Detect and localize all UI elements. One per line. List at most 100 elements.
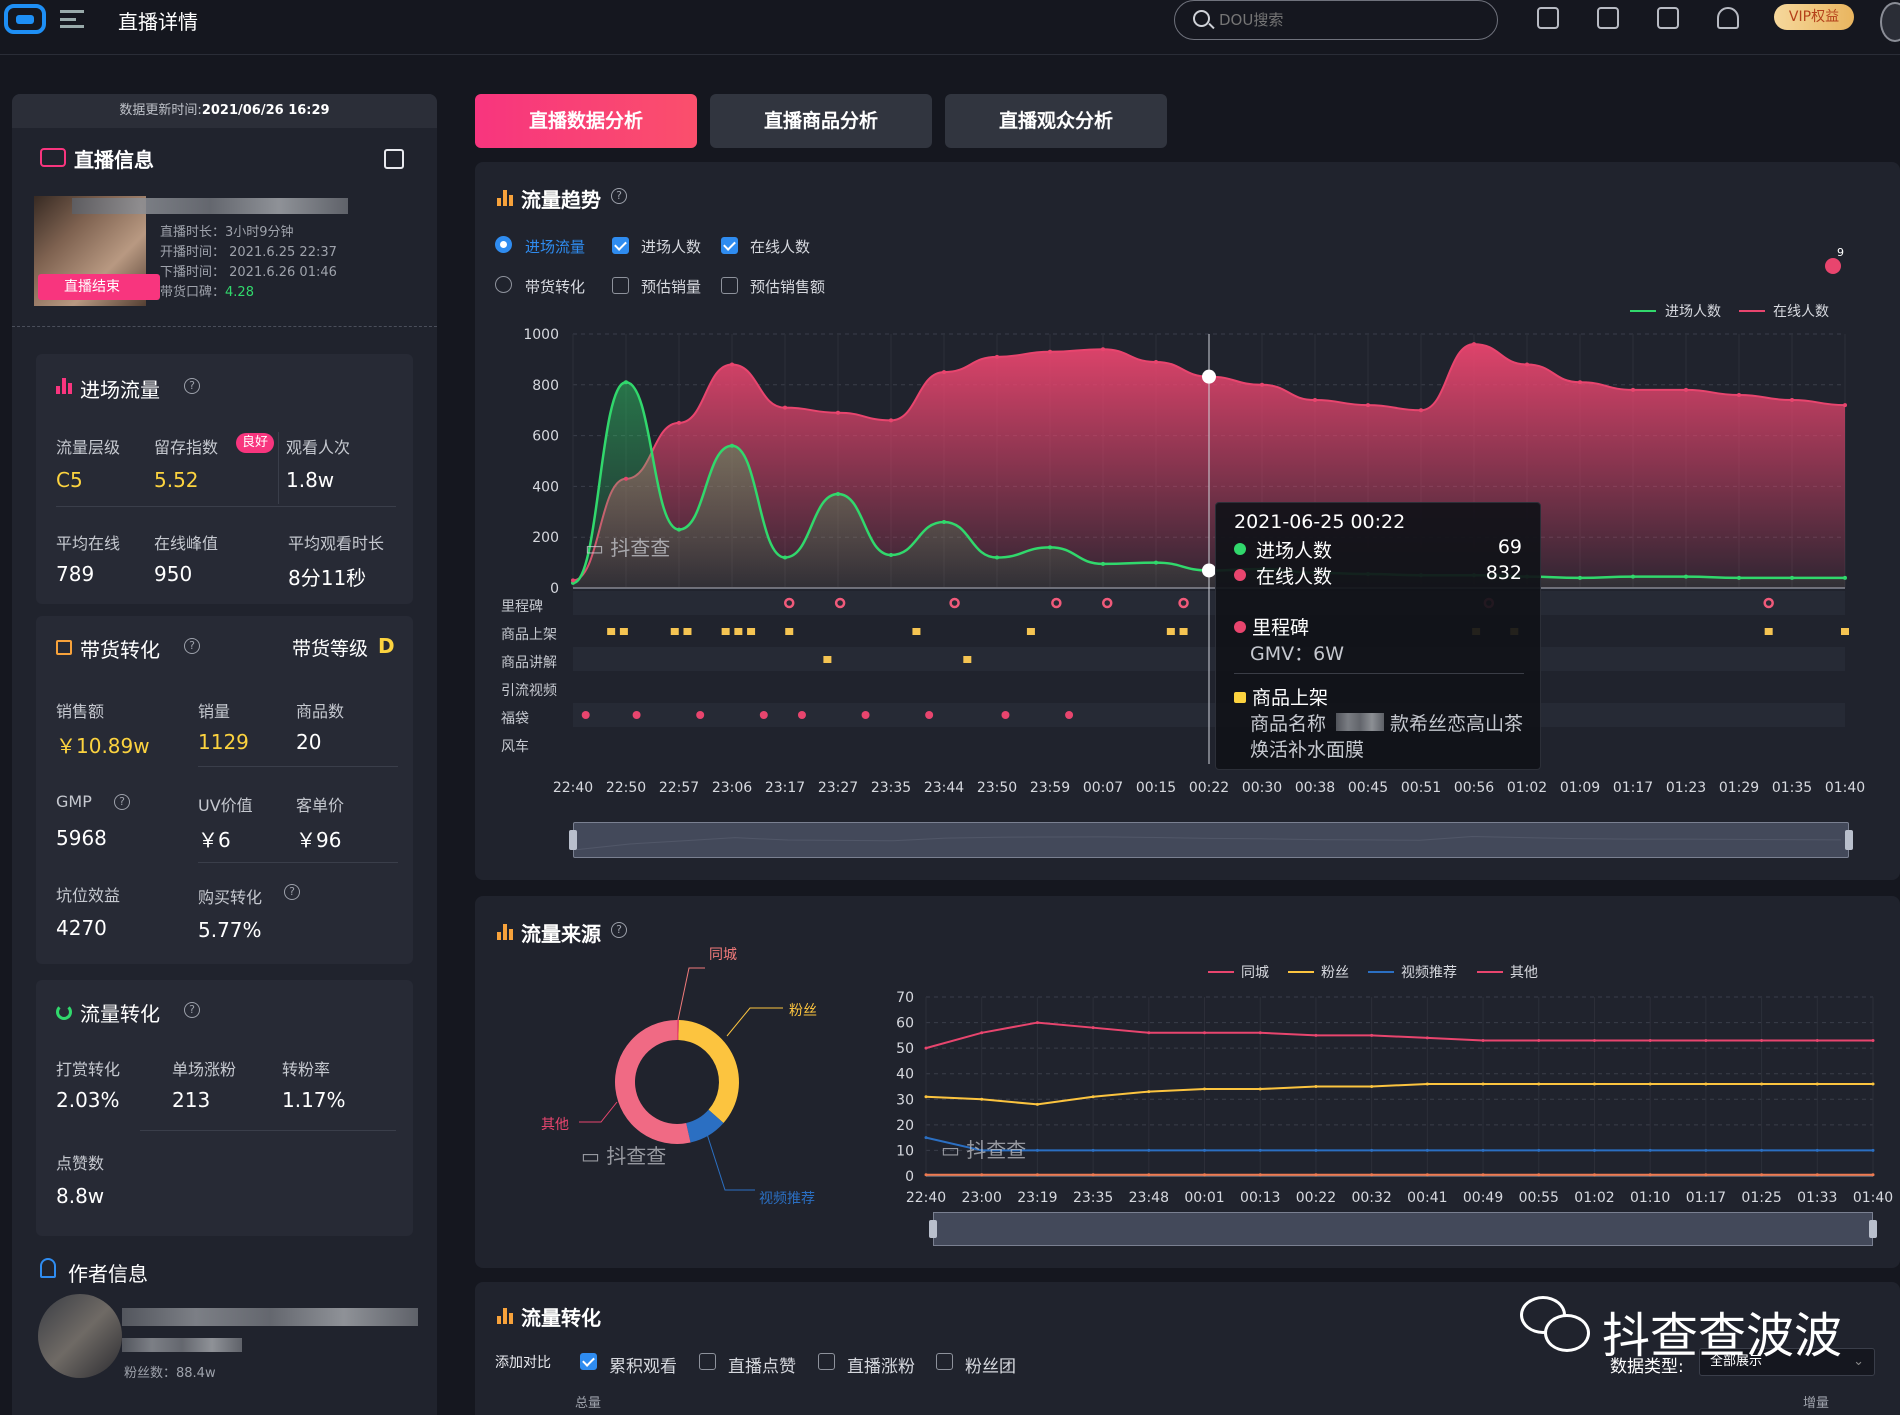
tab-live-products[interactable]: 直播商品分析 bbox=[710, 94, 932, 148]
series-point[interactable] bbox=[1258, 1148, 1262, 1152]
option-cumulative-views[interactable]: 累积观看 bbox=[609, 1352, 677, 1377]
entry-point[interactable] bbox=[1154, 560, 1158, 565]
slider-handle-left[interactable] bbox=[929, 1220, 937, 1238]
entry-point[interactable] bbox=[624, 380, 628, 385]
help-icon[interactable]: ? bbox=[184, 378, 200, 394]
online-point[interactable] bbox=[1101, 347, 1105, 352]
option-fan-club[interactable]: 粉丝团 bbox=[965, 1352, 1016, 1377]
checkbox-fan-club[interactable] bbox=[936, 1353, 953, 1370]
online-point[interactable] bbox=[1260, 382, 1264, 387]
entry-point[interactable] bbox=[1578, 575, 1582, 580]
series-point[interactable] bbox=[1648, 1082, 1652, 1086]
series-point[interactable] bbox=[1091, 1173, 1095, 1177]
product-explain-marker[interactable] bbox=[823, 656, 832, 663]
help-icon[interactable]: ? bbox=[284, 884, 300, 900]
product-listing-marker[interactable] bbox=[1166, 628, 1175, 635]
series-point[interactable] bbox=[1035, 1148, 1039, 1152]
series-point[interactable] bbox=[1370, 1148, 1374, 1152]
product-listing-marker[interactable] bbox=[721, 628, 730, 635]
lucky-bag-marker[interactable] bbox=[696, 711, 705, 719]
series-point[interactable] bbox=[1425, 1082, 1429, 1086]
product-listing-marker[interactable] bbox=[607, 628, 616, 635]
series-point[interactable] bbox=[1425, 1173, 1429, 1177]
series-point[interactable] bbox=[1147, 1090, 1151, 1094]
app-logo-icon[interactable] bbox=[4, 4, 46, 34]
product-listing-marker[interactable] bbox=[1841, 628, 1849, 635]
lucky-bag-marker[interactable] bbox=[632, 711, 641, 719]
series-point[interactable] bbox=[1760, 1173, 1764, 1177]
series-point[interactable] bbox=[1147, 1148, 1151, 1152]
online-point[interactable] bbox=[995, 354, 999, 359]
series-point[interactable] bbox=[1203, 1087, 1207, 1091]
series-point[interactable] bbox=[1481, 1173, 1485, 1177]
series-point[interactable] bbox=[1648, 1038, 1652, 1042]
series-point[interactable] bbox=[1091, 1095, 1095, 1099]
series-point[interactable] bbox=[980, 1097, 984, 1101]
series-point[interactable] bbox=[1035, 1021, 1039, 1025]
online-point[interactable] bbox=[1313, 398, 1317, 403]
series-point[interactable] bbox=[1704, 1173, 1708, 1177]
online-point[interactable] bbox=[783, 405, 787, 410]
series-point[interactable] bbox=[1592, 1173, 1596, 1177]
tab-live-data[interactable]: 直播数据分析 bbox=[475, 94, 697, 148]
series-point[interactable] bbox=[1760, 1148, 1764, 1152]
entry-point[interactable] bbox=[1101, 561, 1105, 566]
series-point[interactable] bbox=[1704, 1082, 1708, 1086]
donut-slice-fans[interactable] bbox=[678, 1020, 739, 1124]
series-point[interactable] bbox=[1537, 1082, 1541, 1086]
tab-live-audience[interactable]: 直播观众分析 bbox=[945, 94, 1167, 148]
series-point[interactable] bbox=[1258, 1173, 1262, 1177]
series-point[interactable] bbox=[1592, 1082, 1596, 1086]
product-listing-marker[interactable] bbox=[619, 628, 628, 635]
series-point[interactable] bbox=[1258, 1087, 1262, 1091]
lucky-bag-marker[interactable] bbox=[759, 711, 768, 719]
series-point[interactable] bbox=[924, 1136, 928, 1140]
online-point[interactable] bbox=[1843, 403, 1847, 408]
series-point[interactable] bbox=[980, 1173, 984, 1177]
online-point[interactable] bbox=[1578, 380, 1582, 385]
entry-point[interactable] bbox=[783, 555, 787, 560]
user-avatar[interactable] bbox=[1880, 2, 1900, 42]
series-point[interactable] bbox=[1147, 1173, 1151, 1177]
slider-handle-right[interactable] bbox=[1869, 1220, 1877, 1238]
series-point[interactable] bbox=[1203, 1148, 1207, 1152]
series-point[interactable] bbox=[924, 1095, 928, 1099]
product-listing-marker[interactable] bbox=[1764, 628, 1773, 635]
product-listing-marker[interactable] bbox=[747, 628, 756, 635]
entry-point[interactable] bbox=[1790, 575, 1794, 580]
entry-point[interactable] bbox=[942, 519, 946, 524]
entry-point[interactable] bbox=[836, 492, 840, 497]
series-point[interactable] bbox=[1425, 1036, 1429, 1040]
lucky-bag-marker[interactable] bbox=[861, 711, 870, 719]
product-listing-marker[interactable] bbox=[1179, 628, 1188, 635]
series-point[interactable] bbox=[1592, 1038, 1596, 1042]
series-point[interactable] bbox=[1203, 1173, 1207, 1177]
series-point[interactable] bbox=[1370, 1033, 1374, 1037]
zoom-slider[interactable] bbox=[573, 822, 1849, 858]
series-point[interactable] bbox=[1314, 1033, 1318, 1037]
series-point[interactable] bbox=[1258, 1031, 1262, 1035]
online-point[interactable] bbox=[1366, 403, 1370, 408]
series-point[interactable] bbox=[1425, 1148, 1429, 1152]
series-point[interactable] bbox=[1871, 1082, 1875, 1086]
product-listing-marker[interactable] bbox=[912, 628, 921, 635]
option-live-fans[interactable]: 直播涨粉 bbox=[847, 1352, 915, 1377]
checkbox-cumulative-views[interactable] bbox=[580, 1353, 597, 1370]
entry-point[interactable] bbox=[1048, 545, 1052, 550]
series-fans-line[interactable] bbox=[925, 1082, 1873, 1106]
product-listing-marker[interactable] bbox=[785, 628, 794, 635]
online-point[interactable] bbox=[1631, 387, 1635, 392]
lucky-bag-marker[interactable] bbox=[1001, 711, 1010, 719]
lucky-bag-marker[interactable] bbox=[581, 711, 590, 719]
entry-point[interactable] bbox=[730, 443, 734, 448]
series-point[interactable] bbox=[1760, 1038, 1764, 1042]
product-explain-marker[interactable] bbox=[963, 656, 972, 663]
online-point[interactable] bbox=[1525, 362, 1529, 367]
series-point[interactable] bbox=[1314, 1148, 1318, 1152]
entry-point[interactable] bbox=[1631, 574, 1635, 579]
menu-toggle-icon[interactable] bbox=[60, 10, 84, 28]
series-point[interactable] bbox=[1314, 1173, 1318, 1177]
product-listing-marker[interactable] bbox=[1026, 628, 1035, 635]
entry-point[interactable] bbox=[677, 527, 681, 532]
series-point[interactable] bbox=[924, 1046, 928, 1050]
